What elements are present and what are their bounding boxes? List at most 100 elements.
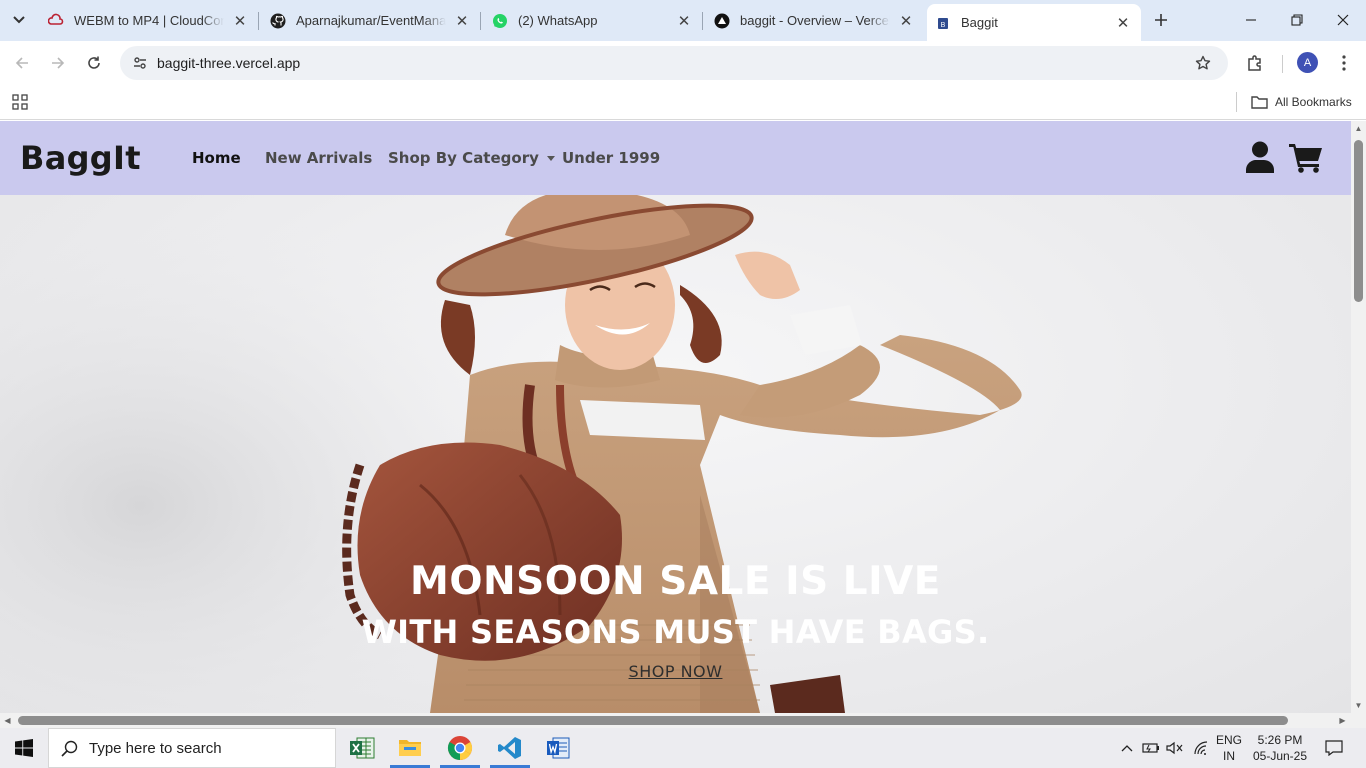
- user-account-icon[interactable]: [1245, 141, 1275, 173]
- vercel-icon: [714, 13, 730, 29]
- start-button[interactable]: [0, 728, 48, 768]
- page-viewport: BaggIt Home New Arrivals Shop By Categor…: [0, 121, 1351, 713]
- profile-avatar[interactable]: A: [1297, 52, 1318, 73]
- clock[interactable]: 5:26 PM 05-Jun-25: [1252, 732, 1308, 764]
- plus-icon: [1155, 14, 1167, 26]
- taskbar-search-box[interactable]: Type here to search: [48, 728, 336, 768]
- tab-title: Aparnajkumar/EventManagement: [296, 13, 446, 28]
- arrow-right-icon: [52, 57, 65, 69]
- shop-now-wrapper: SHOP NOW: [0, 662, 1351, 682]
- scroll-right-arrow-icon[interactable]: ▶: [1338, 716, 1347, 725]
- tab-divider: [258, 12, 259, 30]
- minimize-button[interactable]: [1228, 0, 1274, 40]
- scroll-left-arrow-icon[interactable]: ◀: [3, 716, 12, 725]
- horizontal-scrollbar[interactable]: ◀ ▶: [0, 713, 1351, 728]
- clock-date: 05-Jun-25: [1252, 749, 1308, 763]
- windows-taskbar: Type here to search ENG IN 5:26 PM 05-Ju…: [0, 728, 1366, 768]
- grid-icon: [12, 94, 28, 110]
- nav-home[interactable]: Home: [192, 149, 241, 167]
- browser-toolbar: baggit-three.vercel.app A: [0, 41, 1366, 84]
- tab-divider: [480, 12, 481, 30]
- tab-divider: [702, 12, 703, 30]
- shop-now-link[interactable]: SHOP NOW: [629, 662, 723, 681]
- minimize-icon: [1246, 19, 1256, 21]
- nav-shop-by-category-label: Shop By Category: [388, 149, 539, 167]
- puzzle-icon: [1248, 55, 1261, 71]
- tab-close-icon[interactable]: ✕: [452, 11, 472, 31]
- close-window-button[interactable]: [1320, 0, 1366, 40]
- battery-icon[interactable]: [1141, 728, 1161, 768]
- vertical-scroll-thumb[interactable]: [1354, 140, 1363, 302]
- scrollbar-corner: [1351, 713, 1366, 728]
- restore-button[interactable]: [1274, 0, 1320, 40]
- vertical-scrollbar[interactable]: ▲ ▼: [1351, 121, 1366, 713]
- nav-shop-by-category[interactable]: Shop By Category: [388, 149, 555, 167]
- baggit-favicon: B: [935, 15, 951, 31]
- tab-close-icon[interactable]: ✕: [230, 11, 250, 31]
- forward-button[interactable]: [45, 50, 71, 76]
- file-explorer-icon[interactable]: [386, 728, 434, 768]
- scroll-down-arrow-icon[interactable]: ▼: [1354, 701, 1363, 710]
- show-hidden-icons-button[interactable]: [1118, 728, 1136, 768]
- action-center-button[interactable]: [1318, 728, 1350, 768]
- nav-under-1999-label: Under 1999: [562, 149, 661, 167]
- address-bar[interactable]: baggit-three.vercel.app: [120, 46, 1228, 80]
- site-navbar: BaggIt Home New Arrivals Shop By Categor…: [0, 121, 1351, 195]
- cloudconvert-icon: [48, 13, 64, 29]
- more-vertical-icon: [1342, 55, 1346, 71]
- github-icon: [270, 13, 286, 29]
- search-icon: [59, 738, 79, 758]
- chrome-icon[interactable]: [436, 728, 484, 768]
- browser-tab[interactable]: Aparnajkumar/EventManagement ✕: [262, 0, 480, 41]
- url-text[interactable]: baggit-three.vercel.app: [157, 55, 300, 71]
- excel-icon[interactable]: [534, 728, 582, 768]
- tab-title: Baggit: [961, 15, 998, 30]
- wifi-icon[interactable]: [1190, 728, 1212, 768]
- toolbar-divider: [1282, 55, 1283, 73]
- hero-subheadline: WITH SEASONS MUST HAVE BAGS.: [361, 613, 990, 651]
- reload-icon: [88, 56, 100, 69]
- bookmarks-divider: [1236, 92, 1237, 112]
- tab-title: baggit - Overview – Vercel: [740, 13, 890, 28]
- notification-icon: [1325, 740, 1343, 756]
- tab-close-icon[interactable]: ✕: [1113, 13, 1133, 33]
- brand-logo[interactable]: BaggIt: [20, 139, 141, 177]
- vscode-icon[interactable]: [486, 728, 534, 768]
- scroll-up-arrow-icon[interactable]: ▲: [1354, 124, 1363, 133]
- chevron-up-icon: [1121, 745, 1133, 752]
- search-placeholder: Type here to search: [89, 739, 222, 757]
- horizontal-scroll-thumb[interactable]: [18, 716, 1288, 725]
- back-button[interactable]: [9, 50, 35, 76]
- tab-close-icon[interactable]: ✕: [896, 11, 916, 31]
- arrow-left-icon: [15, 57, 28, 69]
- hero-banner: MONSOON SALE IS LIVE WITH SEASONS MUST H…: [0, 195, 1351, 713]
- speaker-muted-icon[interactable]: [1165, 728, 1185, 768]
- browser-tab[interactable]: (2) WhatsApp ✕: [484, 0, 702, 41]
- whatsapp-icon: [492, 13, 508, 29]
- language-indicator[interactable]: ENG IN: [1214, 732, 1244, 764]
- site-info-icon[interactable]: [128, 51, 152, 75]
- browser-menu-button[interactable]: [1334, 50, 1354, 76]
- svg-text:B: B: [941, 22, 946, 29]
- reload-button[interactable]: [81, 50, 107, 76]
- extensions-button[interactable]: [1242, 50, 1268, 76]
- browser-tab[interactable]: baggit - Overview – Vercel ✕: [706, 0, 924, 41]
- apps-grid-button[interactable]: [10, 92, 30, 112]
- new-tab-button[interactable]: [1148, 8, 1174, 32]
- tab-title: WEBM to MP4 | CloudConvert: [74, 13, 224, 28]
- windows-logo-icon: [15, 739, 33, 757]
- nav-new-arrivals[interactable]: New Arrivals: [265, 149, 372, 167]
- browser-tab[interactable]: WEBM to MP4 | CloudConvert ✕: [40, 0, 258, 41]
- chevron-down-icon: [13, 16, 25, 24]
- nav-under-1999[interactable]: Under 1999: [562, 149, 660, 167]
- tab-title: (2) WhatsApp: [518, 13, 598, 28]
- browser-tab-strip: WEBM to MP4 | CloudConvert ✕ Aparnajkuma…: [0, 0, 1366, 41]
- all-bookmarks-button[interactable]: All Bookmarks: [1251, 92, 1352, 112]
- bookmarks-bar: All Bookmarks: [0, 84, 1366, 120]
- bookmark-star-icon[interactable]: [1192, 52, 1214, 74]
- browser-tab-active[interactable]: B Baggit ✕: [927, 4, 1141, 41]
- tab-close-icon[interactable]: ✕: [674, 11, 694, 31]
- tab-search-button[interactable]: [6, 8, 32, 32]
- shopping-cart-icon[interactable]: [1288, 141, 1324, 173]
- excel-icon[interactable]: [338, 728, 386, 768]
